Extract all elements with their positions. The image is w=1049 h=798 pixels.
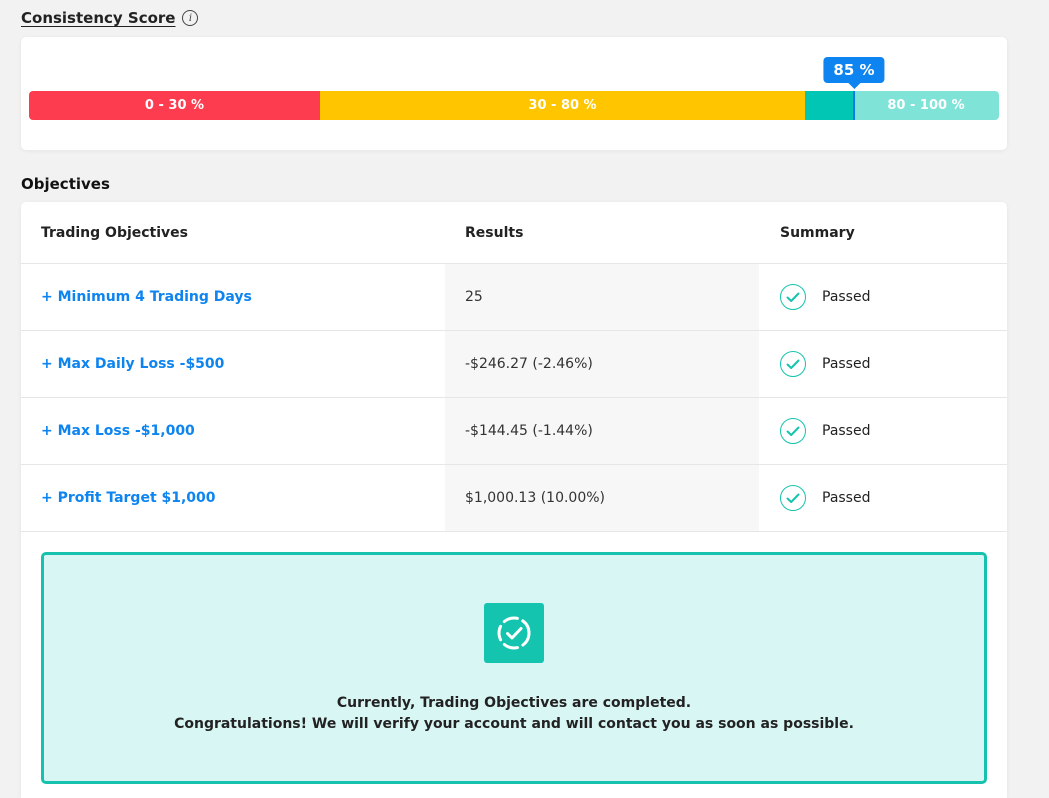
column-header-results: Results [445, 202, 759, 263]
result-value: -$246.27 (-2.46%) [465, 356, 593, 372]
consistency-score-card: 0 - 30 % 30 - 80 % 80 - 100 % 85 % [21, 37, 1007, 150]
table-row: + Max Daily Loss -$500 -$246.27 (-2.46%)… [21, 331, 1007, 398]
table-header: Trading Objectives Results Summary [21, 202, 1007, 264]
check-circle-icon [780, 351, 806, 377]
objectives-table: Trading Objectives Results Summary + Min… [21, 202, 1007, 532]
segment-high-label: 80 - 100 % [887, 98, 965, 113]
check-circle-icon [780, 418, 806, 444]
page: Consistency Score i 0 - 30 % 30 - 80 % 8… [0, 0, 1049, 798]
segment-high: 80 - 100 % [805, 91, 999, 120]
objective-link-min-trading-days[interactable]: + Minimum 4 Trading Days [41, 289, 252, 305]
objectives-card: Trading Objectives Results Summary + Min… [21, 202, 1007, 798]
consistency-score-title: Consistency Score [21, 9, 176, 27]
status-text: Passed [822, 423, 871, 439]
dashed-check-circle-icon [484, 603, 544, 663]
status-text: Passed [822, 490, 871, 506]
table-row: + Max Loss -$1,000 -$144.45 (-1.44%) Pas… [21, 398, 1007, 465]
segment-mid: 30 - 80 % [320, 91, 805, 120]
status-text: Passed [822, 289, 871, 305]
consistency-score-bar: 0 - 30 % 30 - 80 % 80 - 100 % [29, 91, 999, 120]
objective-link-profit-target[interactable]: + Profit Target $1,000 [41, 490, 216, 506]
column-header-summary: Summary [780, 224, 855, 241]
score-badge: 85 % [823, 57, 885, 83]
consistency-score-heading: Consistency Score i [21, 9, 199, 27]
objectives-completed-banner: Currently, Trading Objectives are comple… [41, 552, 987, 784]
table-row: + Profit Target $1,000 $1,000.13 (10.00%… [21, 465, 1007, 532]
table-row: + Minimum 4 Trading Days 25 Passed [21, 264, 1007, 331]
objective-link-max-loss[interactable]: + Max Loss -$1,000 [41, 423, 195, 439]
result-value: -$144.45 (-1.44%) [465, 423, 593, 439]
objectives-title: Objectives [21, 175, 110, 193]
completion-line-2: Congratulations! We will verify your acc… [174, 716, 854, 732]
segment-high-fill [805, 91, 854, 120]
column-header-objectives: Trading Objectives [41, 224, 189, 241]
completion-line-1: Currently, Trading Objectives are comple… [336, 695, 692, 711]
check-circle-icon [780, 485, 806, 511]
result-value: $1,000.13 (10.00%) [465, 490, 606, 506]
segment-low-label: 0 - 30 % [144, 98, 205, 113]
result-value: 25 [465, 289, 483, 305]
objective-link-max-daily-loss[interactable]: + Max Daily Loss -$500 [41, 356, 224, 372]
info-icon[interactable]: i [182, 10, 199, 26]
status-text: Passed [822, 356, 871, 372]
completion-message: Currently, Trading Objectives are comple… [44, 693, 984, 735]
segment-low: 0 - 30 % [29, 91, 320, 120]
check-circle-icon [780, 284, 806, 310]
segment-mid-label: 30 - 80 % [528, 98, 597, 113]
